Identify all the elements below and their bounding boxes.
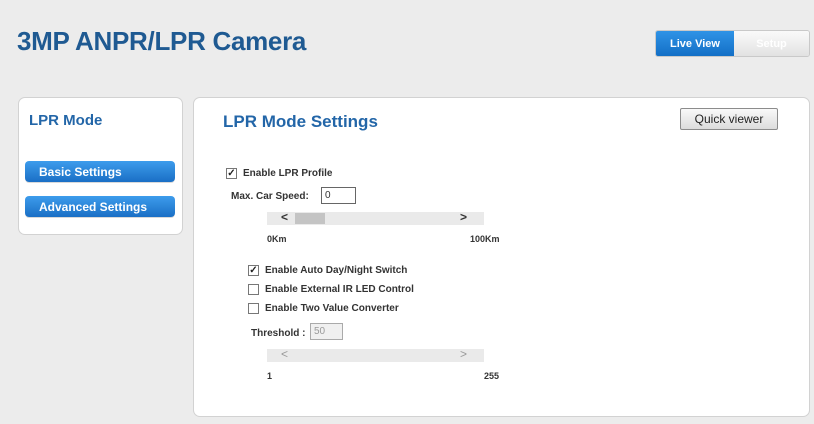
threshold-max-label: 255 [484,371,500,381]
auto-day-night-checkbox[interactable]: ✓ [248,265,259,276]
speed-slider-left-arrow[interactable]: < [281,210,288,224]
live-view-button[interactable]: Live View [656,31,734,56]
max-car-speed-label: Max. Car Speed: [231,191,309,202]
auto-day-night-label: Enable Auto Day/Night Switch [265,265,408,276]
speed-min-label: 0Km [267,234,287,244]
threshold-slider[interactable]: < > [267,347,484,362]
external-ir-label: Enable External IR LED Control [265,284,414,295]
page-title: LPR Mode Settings [223,112,378,131]
speed-slider-right-arrow[interactable]: > [460,210,467,224]
threshold-slider-right-arrow[interactable]: > [460,347,467,361]
basic-settings-button[interactable]: Basic Settings [25,161,175,182]
app-title: 3MP ANPR/LPR Camera [17,26,307,56]
advanced-settings-button[interactable]: Advanced Settings [25,196,175,217]
setup-button[interactable]: Setup [734,31,809,56]
threshold-min-label: 1 [267,371,273,381]
quick-viewer-button[interactable]: Quick viewer [680,108,778,130]
two-value-converter-checkbox[interactable] [248,303,259,314]
threshold-input[interactable]: 50 [310,323,343,340]
speed-slider-thumb[interactable] [295,213,325,224]
two-value-converter-label: Enable Two Value Converter [265,303,399,314]
auto-day-night-row: ✓ Enable Auto Day/Night Switch [248,265,407,276]
enable-lpr-profile-label: Enable LPR Profile [243,168,333,179]
max-car-speed-input[interactable]: 0 [321,187,356,204]
view-toggle: Live View Setup [655,30,810,57]
threshold-slider-left-arrow[interactable]: < [281,347,288,361]
external-ir-checkbox[interactable] [248,284,259,295]
speed-slider[interactable]: < > [267,210,484,225]
enable-lpr-profile-row: ✓ Enable LPR Profile [226,168,332,179]
speed-max-label: 100Km [470,234,500,244]
two-value-converter-row: Enable Two Value Converter [248,303,399,314]
settings-panel: LPR Mode Settings Quick viewer ✓ Enable … [193,97,810,417]
enable-lpr-profile-checkbox[interactable]: ✓ [226,168,237,179]
threshold-label: Threshold : [251,328,306,339]
sidebar-panel: LPR Mode Basic Settings Advanced Setting… [18,97,183,235]
external-ir-row: Enable External IR LED Control [248,284,414,295]
sidebar-title: LPR Mode [29,112,103,129]
